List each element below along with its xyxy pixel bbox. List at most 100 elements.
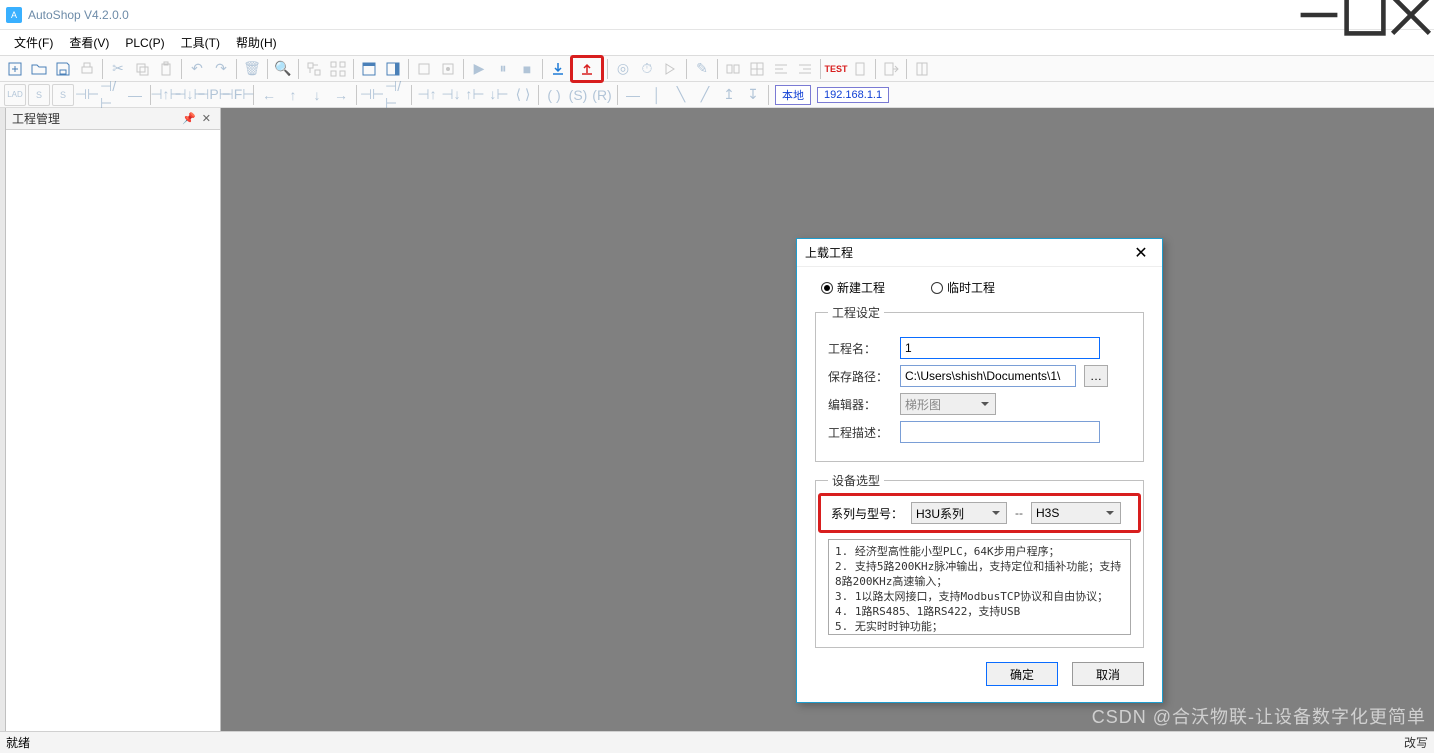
upload-highlight — [570, 55, 604, 83]
p1-icon[interactable]: ⊣↑ — [416, 84, 438, 106]
align2-icon[interactable] — [794, 58, 816, 80]
redo-icon[interactable]: ↷ — [210, 58, 232, 80]
spec-line: 5. 无实时时钟功能； — [835, 619, 1124, 634]
lad-icon[interactable]: LAD — [4, 84, 26, 106]
panel-close-icon[interactable]: ✕ — [199, 112, 214, 125]
run-icon[interactable]: ▶ — [468, 58, 490, 80]
menu-plc[interactable]: PLC(P) — [117, 30, 172, 56]
main-area: 工程管理 📌 ✕ 上载工程 ✕ 新建工程 — [0, 108, 1434, 731]
t1-icon[interactable] — [722, 58, 744, 80]
save-icon[interactable] — [52, 58, 74, 80]
copy-icon[interactable] — [131, 58, 153, 80]
p5-icon[interactable]: ⟨ ⟩ — [512, 84, 534, 106]
radio-new-project[interactable]: 新建工程 — [821, 279, 885, 296]
select-model-value: H3S — [1036, 506, 1059, 520]
sim2-icon[interactable] — [437, 58, 459, 80]
fieldset-project: 工程设定 工程名： 保存路径： … 编辑器： 梯形图 — [815, 304, 1144, 462]
doc-icon[interactable] — [849, 58, 871, 80]
dialog-titlebar: 上载工程 ✕ — [797, 239, 1162, 267]
coil1-icon[interactable]: ⊣⊢ — [361, 84, 383, 106]
c4-icon[interactable]: ⊣F⊢ — [227, 84, 249, 106]
s1-icon[interactable]: S — [28, 84, 50, 106]
monitor-icon[interactable]: ◎ — [612, 58, 634, 80]
t2-icon[interactable] — [746, 58, 768, 80]
p2-icon[interactable]: ⊣↓ — [440, 84, 462, 106]
cut-icon[interactable]: ✂ — [107, 58, 129, 80]
print-icon[interactable] — [76, 58, 98, 80]
stop-icon[interactable]: ■ — [516, 58, 538, 80]
conn-local-tag[interactable]: 本地 — [775, 85, 811, 105]
title-bar: A AutoShop V4.2.0.0 — [0, 0, 1434, 30]
undo-icon[interactable]: ↶ — [186, 58, 208, 80]
conn-ip-tag[interactable]: 192.168.1.1 — [817, 87, 889, 103]
p4-icon[interactable]: ↓⊢ — [488, 84, 510, 106]
out1-icon[interactable]: ( ) — [543, 84, 565, 106]
down-icon[interactable]: ↓ — [306, 84, 328, 106]
input-project-name[interactable] — [900, 337, 1100, 359]
ok-button[interactable]: 确定 — [986, 662, 1058, 686]
pause-icon[interactable]: ⏸ — [492, 58, 514, 80]
legend-project: 工程设定 — [828, 304, 884, 321]
project-tree[interactable] — [6, 130, 220, 731]
line-h-icon[interactable]: ― — [622, 84, 644, 106]
menu-help[interactable]: 帮助(H) — [228, 30, 285, 56]
minimize-button[interactable] — [1296, 0, 1342, 30]
right-icon[interactable]: → — [330, 84, 352, 106]
line-d1-icon[interactable]: ╲ — [670, 84, 692, 106]
pin-icon[interactable]: 📌 — [179, 112, 199, 125]
line-v-icon[interactable]: │ — [646, 84, 668, 106]
exit-icon[interactable] — [880, 58, 902, 80]
input-description[interactable] — [900, 421, 1100, 443]
new-icon[interactable] — [4, 58, 26, 80]
device-spec-box[interactable]: 1. 经济型高性能小型PLC，64K步用户程序； 2. 支持5路200KHz脉冲… — [828, 539, 1131, 635]
test-icon[interactable]: TEST — [825, 58, 847, 80]
spec-line: 4. 1路RS485、1路RS422，支持USB — [835, 604, 1124, 619]
menu-view[interactable]: 查看(V) — [61, 30, 117, 56]
line-up-icon[interactable]: ↥ — [718, 84, 740, 106]
project-panel: 工程管理 📌 ✕ — [6, 108, 221, 731]
maximize-button[interactable] — [1342, 0, 1388, 30]
paste-icon[interactable] — [155, 58, 177, 80]
input-save-path[interactable] — [900, 365, 1076, 387]
out2-icon[interactable]: (S) — [567, 84, 589, 106]
contact-nc-icon[interactable]: ⊣/⊢ — [100, 84, 122, 106]
window-right-icon[interactable] — [382, 58, 404, 80]
download-icon[interactable] — [547, 58, 569, 80]
s2-icon[interactable]: S — [52, 84, 74, 106]
up-icon[interactable]: ↑ — [282, 84, 304, 106]
coil2-icon[interactable]: ⊣/⊢ — [385, 84, 407, 106]
cancel-button[interactable]: 取消 — [1072, 662, 1144, 686]
search-icon[interactable]: 🔍 — [272, 58, 294, 80]
menu-tools[interactable]: 工具(T) — [173, 30, 228, 56]
browse-button[interactable]: … — [1084, 365, 1108, 387]
p3-icon[interactable]: ↑⊢ — [464, 84, 486, 106]
compile-icon[interactable] — [303, 58, 325, 80]
project-panel-title: 工程管理 — [12, 110, 60, 127]
line-d2-icon[interactable]: ╱ — [694, 84, 716, 106]
book-icon[interactable] — [911, 58, 933, 80]
radio-temp-label: 临时工程 — [947, 279, 995, 296]
clock-icon[interactable]: ⏱ — [636, 58, 658, 80]
select-model[interactable]: H3S — [1031, 502, 1121, 524]
menu-file[interactable]: 文件(F) — [6, 30, 61, 56]
dialog-title: 上载工程 — [805, 244, 853, 261]
edit-icon[interactable]: ✎ — [691, 58, 713, 80]
align1-icon[interactable] — [770, 58, 792, 80]
dialog-close-icon[interactable]: ✕ — [1128, 240, 1154, 266]
select-series[interactable]: H3U系列 — [911, 502, 1007, 524]
open-icon[interactable] — [28, 58, 50, 80]
line-down-icon[interactable]: ↧ — [742, 84, 764, 106]
sim1-icon[interactable] — [413, 58, 435, 80]
compile-all-icon[interactable] — [327, 58, 349, 80]
left-icon[interactable]: ← — [258, 84, 280, 106]
radio-temp-project[interactable]: 临时工程 — [931, 279, 995, 296]
step-icon[interactable] — [660, 58, 682, 80]
hline-icon[interactable]: — — [124, 84, 146, 106]
radio-new-label: 新建工程 — [837, 279, 885, 296]
contact-no-icon[interactable]: ⊣⊢ — [76, 84, 98, 106]
close-button[interactable] — [1388, 0, 1434, 30]
window-icon[interactable] — [358, 58, 380, 80]
out3-icon[interactable]: (R) — [591, 84, 613, 106]
upload-icon[interactable] — [576, 58, 598, 80]
delete-icon[interactable]: 🗑 — [241, 58, 263, 80]
